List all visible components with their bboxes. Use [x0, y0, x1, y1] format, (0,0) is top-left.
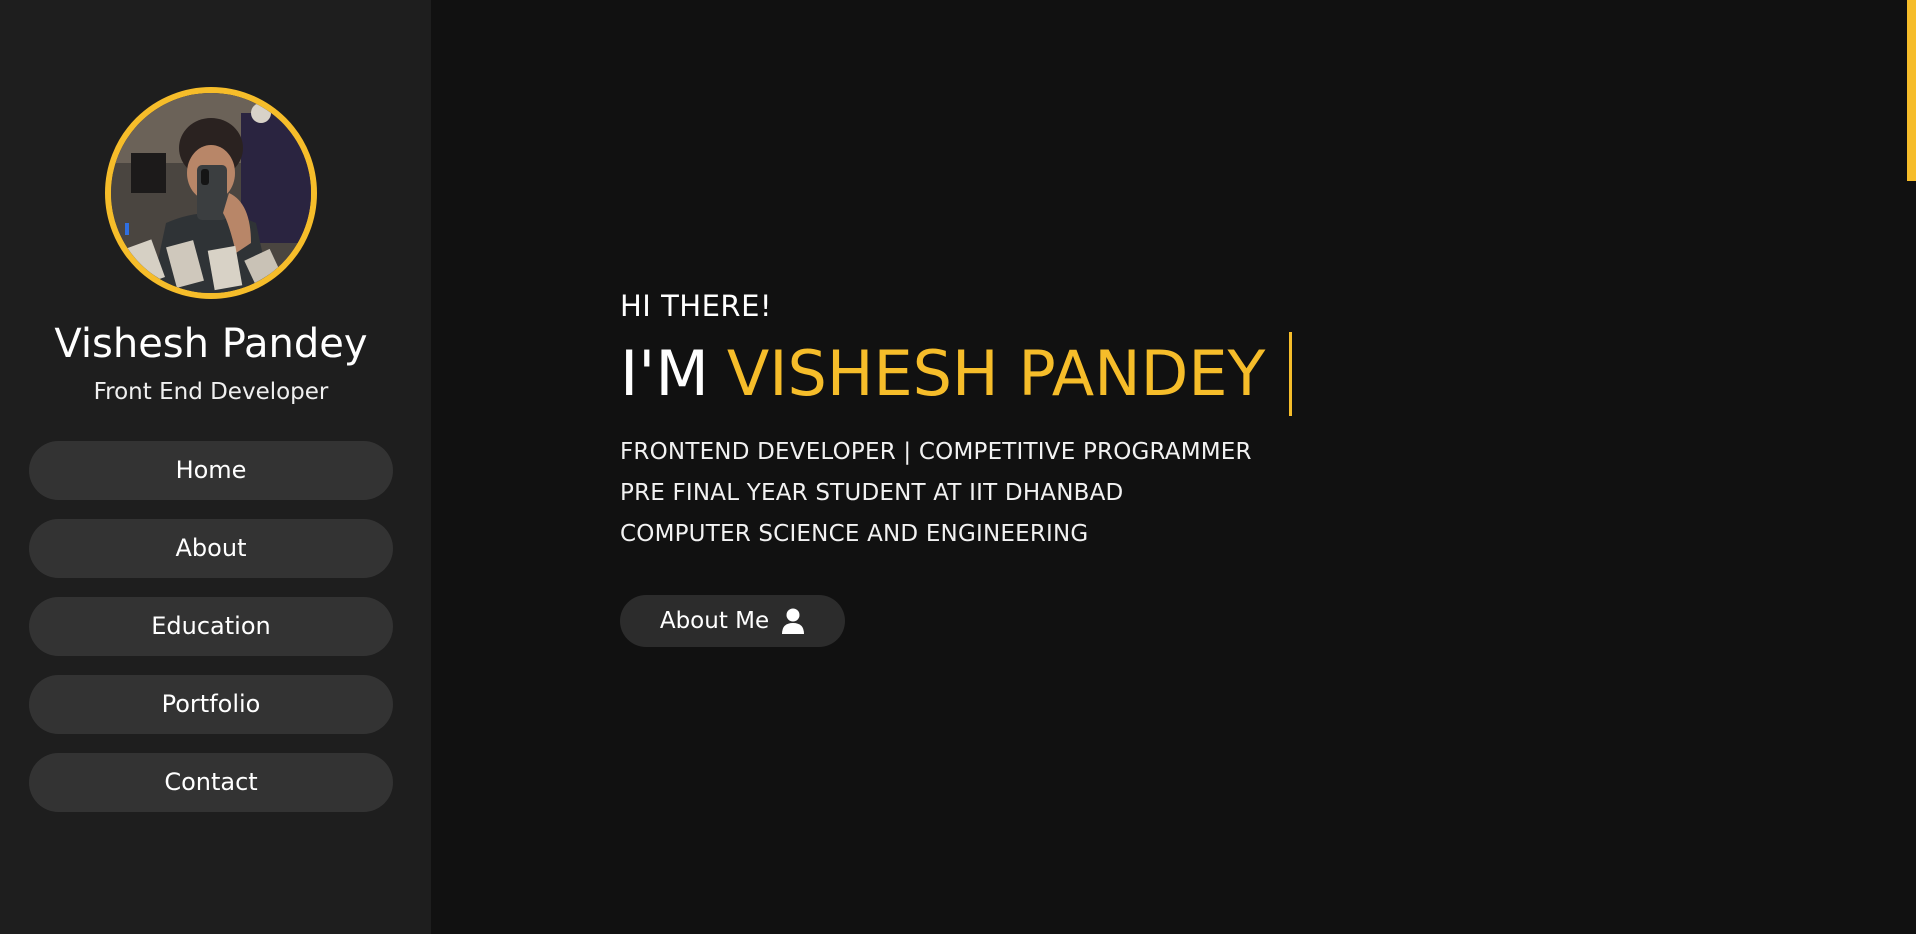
nav-item-education[interactable]: Education — [29, 597, 393, 656]
nav-item-home[interactable]: Home — [29, 441, 393, 500]
nav-item-contact[interactable]: Contact — [29, 753, 393, 812]
hero-line-roles: FRONTEND DEVELOPER | COMPETITIVE PROGRAM… — [620, 439, 1252, 465]
sidebar: Vishesh Pandey Front End Developer Home … — [0, 0, 431, 934]
hero-section: HI THERE! I'M VISHESH PANDEY FRONTEND DE… — [620, 288, 1293, 555]
nav-item-portfolio[interactable]: Portfolio — [29, 675, 393, 734]
hero-headline: I'M VISHESH PANDEY — [620, 332, 1293, 416]
hero-prefix: I'M — [620, 337, 709, 410]
sidebar-nav: Home About Education Portfolio Contact — [29, 441, 393, 831]
avatar — [105, 87, 317, 299]
about-me-label: About Me — [659, 608, 770, 634]
scrollbar-thumb[interactable] — [1907, 0, 1916, 181]
profile-name: Vishesh Pandey — [54, 321, 368, 367]
user-icon — [782, 608, 805, 634]
hero-line-student: PRE FINAL YEAR STUDENT AT IIT DHANBAD — [620, 480, 1124, 506]
about-me-button[interactable]: About Me — [620, 595, 845, 647]
hero-description: FRONTEND DEVELOPER | COMPETITIVE PROGRAM… — [620, 432, 1292, 555]
page: Vishesh Pandey Front End Developer Home … — [0, 0, 1916, 934]
typing-cursor — [1289, 332, 1293, 416]
hero-greeting: HI THERE! — [620, 289, 773, 323]
profile-role: Front End Developer — [93, 379, 329, 405]
hero-line-branch: COMPUTER SCIENCE AND ENGINEERING — [620, 521, 1089, 547]
hero-name: VISHESH PANDEY — [726, 337, 1266, 410]
avatar-photo — [111, 93, 311, 293]
nav-item-about[interactable]: About — [29, 519, 393, 578]
